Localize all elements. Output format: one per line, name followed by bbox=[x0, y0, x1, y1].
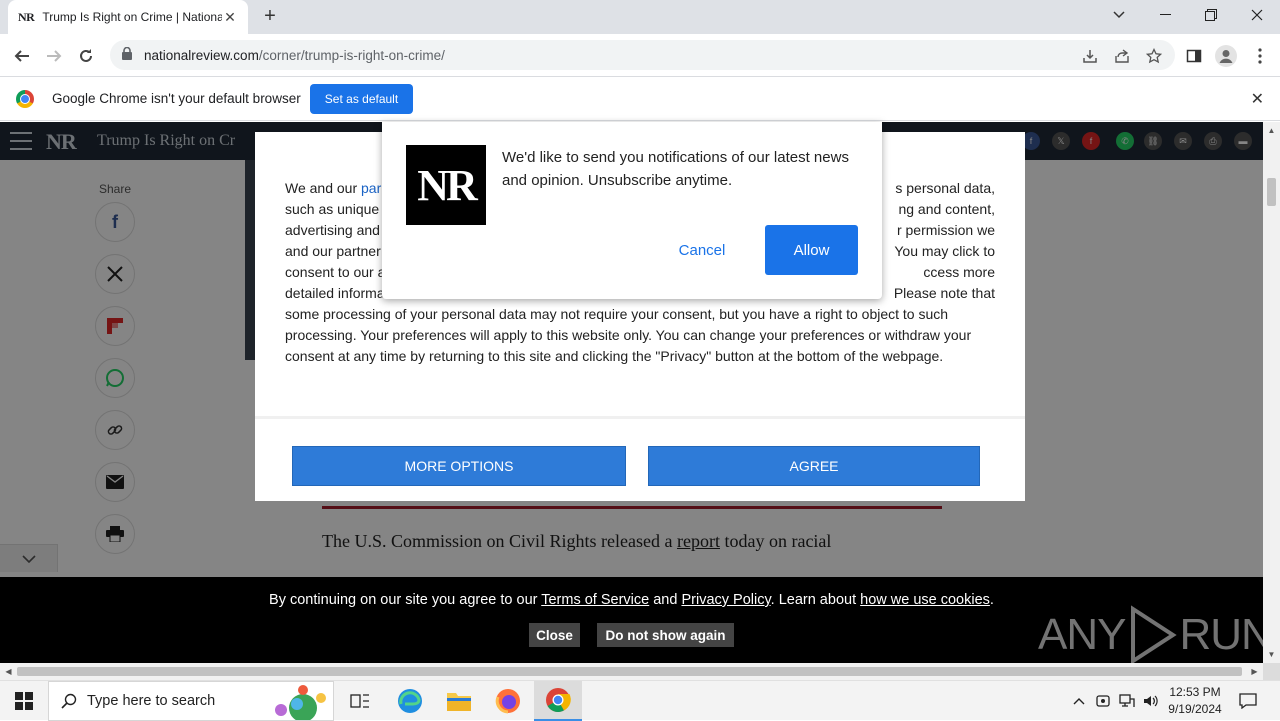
consent-line: ccess more bbox=[923, 264, 995, 280]
cookie-text: By continuing on our site you agree to o… bbox=[269, 592, 542, 608]
consent-line: We and our bbox=[285, 180, 358, 196]
scroll-down-arrow-icon[interactable]: ▼ bbox=[1263, 646, 1280, 663]
scroll-right-arrow-icon[interactable]: ▶ bbox=[1246, 663, 1263, 680]
consent-line: r permission we bbox=[896, 222, 995, 238]
address-bar[interactable]: nationalreview.com/corner/trump-is-right… bbox=[110, 40, 1175, 70]
anyrun-watermark: ANY RUN bbox=[1038, 605, 1263, 663]
terms-of-service-link[interactable]: Terms of Service bbox=[541, 592, 649, 608]
consent-line: some processing of your personal data ma… bbox=[285, 306, 949, 322]
windows-taskbar: Type here to search 12:53 PM 9/19/2024 bbox=[0, 680, 1280, 721]
minimize-button[interactable] bbox=[1142, 0, 1188, 30]
consent-line: Please note that bbox=[893, 285, 995, 301]
meet-now-icon[interactable] bbox=[1092, 681, 1114, 721]
browser-toolbar: nationalreview.com/corner/trump-is-right… bbox=[0, 34, 1280, 77]
watermark-text-left: ANY bbox=[1038, 610, 1126, 659]
cookie-close-button[interactable]: Close bbox=[529, 623, 580, 647]
back-arrow-icon[interactable] bbox=[9, 43, 35, 69]
browser-tab[interactable]: NR Trump Is Right on Crime | National Re… bbox=[8, 0, 248, 34]
search-icon bbox=[61, 693, 77, 709]
url-host: nationalreview.com bbox=[144, 47, 259, 63]
consent-line: processing. Your preferences will apply … bbox=[285, 327, 972, 343]
do-not-show-again-button[interactable]: Do not show again bbox=[597, 623, 734, 647]
consent-line: consent at any time by returning to this… bbox=[285, 348, 944, 364]
prompt-allow-button[interactable]: Allow bbox=[765, 225, 858, 275]
cookie-text: and bbox=[649, 592, 682, 608]
restore-button[interactable] bbox=[1188, 0, 1234, 30]
consent-line: advertising and bbox=[285, 222, 380, 238]
infobar-message: Google Chrome isn't your default browser bbox=[52, 91, 301, 106]
windows-start-icon[interactable] bbox=[0, 681, 48, 721]
notifications-icon[interactable] bbox=[1234, 681, 1262, 721]
clock-time: 12:53 PM bbox=[1169, 685, 1221, 699]
volume-icon[interactable] bbox=[1140, 681, 1162, 721]
prompt-site-logo: NR bbox=[406, 145, 486, 225]
consent-line: such as unique bbox=[285, 201, 380, 217]
tab-favicon: NR bbox=[18, 9, 35, 24]
agree-button[interactable]: AGREE bbox=[648, 446, 980, 486]
file-explorer-icon[interactable] bbox=[435, 681, 483, 721]
play-icon bbox=[1131, 605, 1178, 663]
consent-button-bar: MORE OPTIONS AGREE bbox=[255, 416, 1025, 501]
consent-line: consent to our a bbox=[285, 264, 386, 280]
privacy-policy-link[interactable]: Privacy Policy bbox=[681, 592, 770, 608]
edge-browser-icon[interactable] bbox=[386, 681, 434, 721]
search-placeholder: Type here to search bbox=[87, 693, 216, 709]
cookies-info-link[interactable]: how we use cookies bbox=[860, 592, 990, 608]
side-panel-icon[interactable] bbox=[1181, 43, 1207, 69]
forward-arrow-icon[interactable] bbox=[41, 43, 67, 69]
cookie-text: . bbox=[989, 592, 994, 608]
new-tab-button[interactable]: + bbox=[258, 4, 282, 28]
consent-line: and our partner bbox=[285, 243, 381, 259]
set-as-default-button[interactable]: Set as default bbox=[310, 84, 413, 114]
tab-strip: NR Trump Is Right on Crime | National Re… bbox=[0, 0, 1280, 34]
partners-link[interactable]: par bbox=[361, 180, 381, 196]
reload-icon[interactable] bbox=[73, 43, 99, 69]
consent-line: You may click to bbox=[894, 243, 995, 259]
taskbar-clock[interactable]: 12:53 PM 9/19/2024 bbox=[1160, 684, 1230, 718]
scroll-left-arrow-icon[interactable]: ◀ bbox=[0, 663, 17, 680]
more-options-button[interactable]: MORE OPTIONS bbox=[292, 446, 626, 486]
tab-title: Trump Is Right on Crime | National Revie… bbox=[42, 10, 222, 24]
cookie-bar: By continuing on our site you agree to o… bbox=[0, 577, 1263, 663]
default-browser-infobar: Google Chrome isn't your default browser… bbox=[0, 77, 1280, 121]
task-view-icon[interactable] bbox=[336, 681, 384, 721]
infobar-close-icon[interactable]: ✕ bbox=[1251, 89, 1264, 109]
bookmark-star-icon[interactable] bbox=[1141, 43, 1167, 69]
vertical-scroll-thumb[interactable] bbox=[1267, 178, 1276, 206]
cookie-text: . Learn about bbox=[770, 592, 861, 608]
notification-permission-prompt: NR We'd like to send you notifications o… bbox=[382, 122, 882, 299]
search-highlight-globe-icon bbox=[275, 685, 326, 720]
scroll-up-arrow-icon[interactable]: ▲ bbox=[1263, 122, 1280, 139]
share-page-icon[interactable] bbox=[1109, 43, 1135, 69]
chrome-taskbar-icon[interactable] bbox=[534, 681, 582, 721]
install-app-icon[interactable] bbox=[1077, 43, 1103, 69]
clock-date: 9/19/2024 bbox=[1168, 702, 1222, 716]
consent-line: s personal data, bbox=[895, 180, 995, 196]
tab-search-chevron-icon[interactable] bbox=[1096, 0, 1142, 30]
chrome-menu-icon[interactable] bbox=[1247, 43, 1273, 69]
firefox-icon[interactable] bbox=[484, 681, 532, 721]
lock-icon[interactable] bbox=[122, 46, 136, 63]
tray-overflow-chevron-icon[interactable] bbox=[1068, 681, 1090, 721]
watermark-text-right: RUN bbox=[1179, 610, 1263, 659]
network-icon[interactable] bbox=[1116, 681, 1138, 721]
tab-close-icon[interactable]: ✕ bbox=[222, 9, 238, 26]
close-window-button[interactable] bbox=[1234, 0, 1280, 30]
taskbar-search-box[interactable]: Type here to search bbox=[48, 681, 334, 721]
prompt-cancel-button[interactable]: Cancel bbox=[660, 225, 744, 275]
vertical-scrollbar[interactable]: ▲ ▼ bbox=[1263, 122, 1280, 663]
horizontal-scroll-thumb[interactable] bbox=[17, 667, 1242, 676]
url-path: /corner/trump-is-right-on-crime/ bbox=[258, 47, 445, 63]
horizontal-scrollbar[interactable]: ◀ ▶ bbox=[0, 663, 1263, 680]
scrollbar-corner bbox=[1263, 663, 1280, 680]
profile-avatar-icon[interactable] bbox=[1213, 43, 1239, 69]
prompt-message: We'd like to send you notifications of o… bbox=[502, 149, 849, 189]
consent-line: ng and content, bbox=[898, 201, 995, 217]
chrome-logo-icon bbox=[16, 90, 34, 108]
consent-line: detailed informa bbox=[285, 285, 385, 301]
